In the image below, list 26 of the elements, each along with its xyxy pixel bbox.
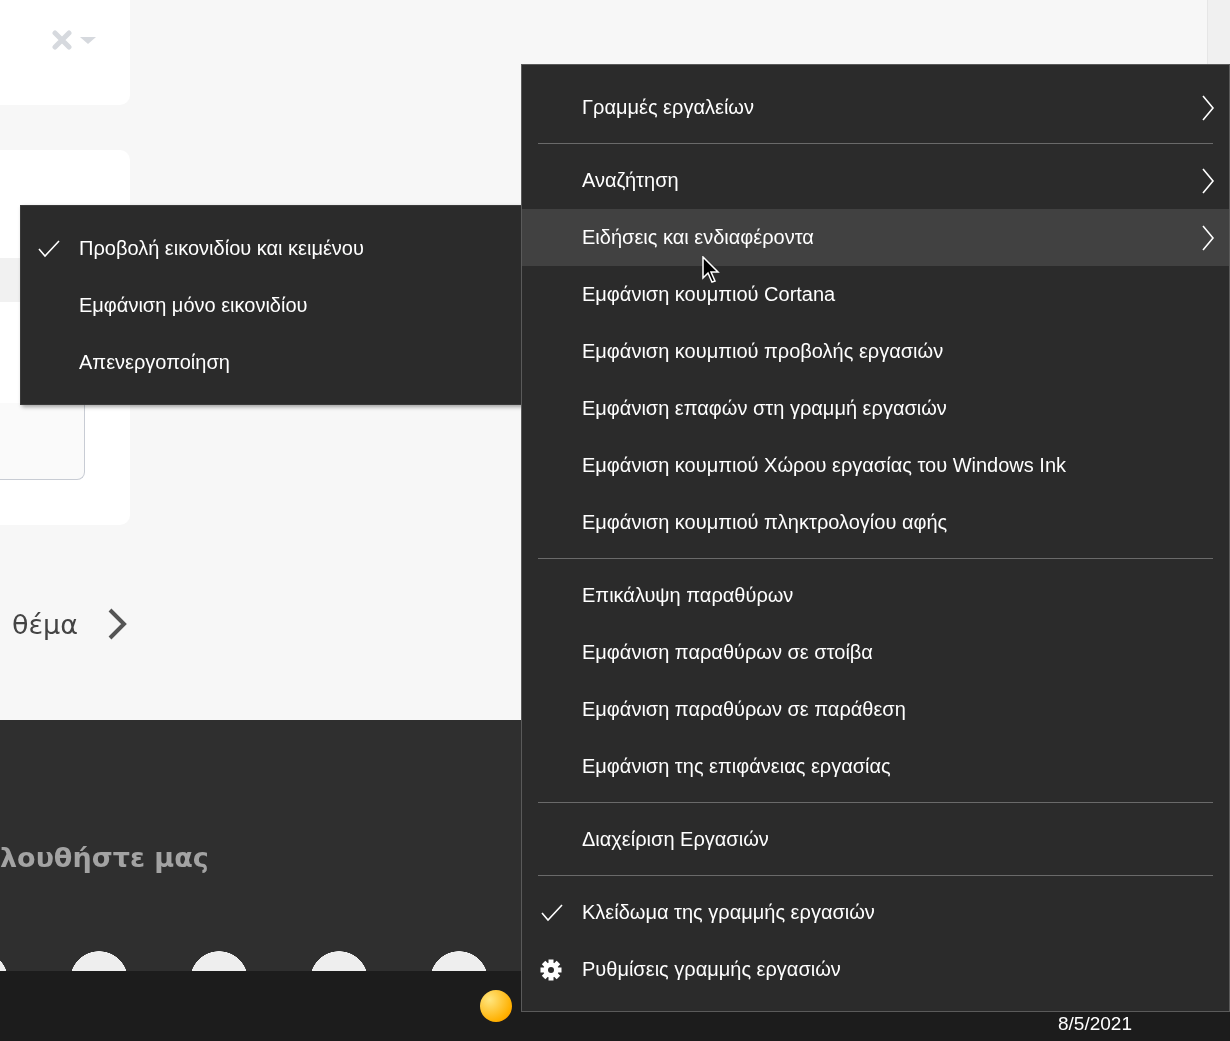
menu-item[interactable]: Αναζήτηση (522, 152, 1229, 209)
sun-icon[interactable] (480, 989, 512, 1022)
menu-item[interactable]: Απενεργοποίηση (21, 334, 522, 391)
mouse-pointer-icon (702, 256, 720, 284)
menu-item[interactable]: Διαχείριση Εργασιών (522, 811, 1229, 868)
menu-item[interactable]: Εμφάνιση κουμπιού πληκτρολογίου αφής (522, 494, 1229, 551)
menu-item[interactable]: Ρυθμίσεις γραμμής εργασιών (522, 941, 1229, 998)
chevron-right-icon[interactable] (106, 607, 129, 641)
menu-item[interactable]: Επικάλυψη παραθύρων (522, 567, 1229, 624)
menu-item[interactable]: Ειδήσεις και ενδιαφέροντα (522, 209, 1229, 266)
menu-item[interactable]: Εμφάνιση επαφών στη γραμμή εργασιών (522, 380, 1229, 437)
menu-item[interactable]: Εμφάνιση μόνο εικονιδίου (21, 277, 522, 334)
menu-item[interactable]: Προβολή εικονιδίου και κειμένου (21, 220, 522, 277)
menu-item[interactable]: Εμφάνιση κουμπιού Χώρου εργασίας του Windows Ink (522, 437, 1229, 494)
menu-item[interactable]: Εμφάνιση παραθύρων σε παράθεση (522, 681, 1229, 738)
date-text[interactable]: 8/5/2021 (1058, 1012, 1132, 1035)
menu-item[interactable]: Εμφάνιση κουμπιού Cortana (522, 266, 1229, 323)
topic-link[interactable]: θέμα (12, 608, 79, 640)
menu-item[interactable]: Εμφάνιση της επιφάνειας εργασίας (522, 738, 1229, 795)
menu-item[interactable]: Εμφάνιση παραθύρων σε στοίβα (522, 624, 1229, 681)
settings-icon (540, 958, 562, 981)
menu-item[interactable]: Εμφάνιση κουμπιού προβολής εργασιών (522, 323, 1229, 380)
menu-item[interactable]: Γραμμές εργαλείων (522, 79, 1229, 136)
input-field[interactable] (0, 258, 20, 302)
footer-heading: λουθήστε μας (0, 842, 210, 873)
menu-item[interactable]: Κλείδωμα της γραμμής εργασιών (522, 884, 1229, 941)
